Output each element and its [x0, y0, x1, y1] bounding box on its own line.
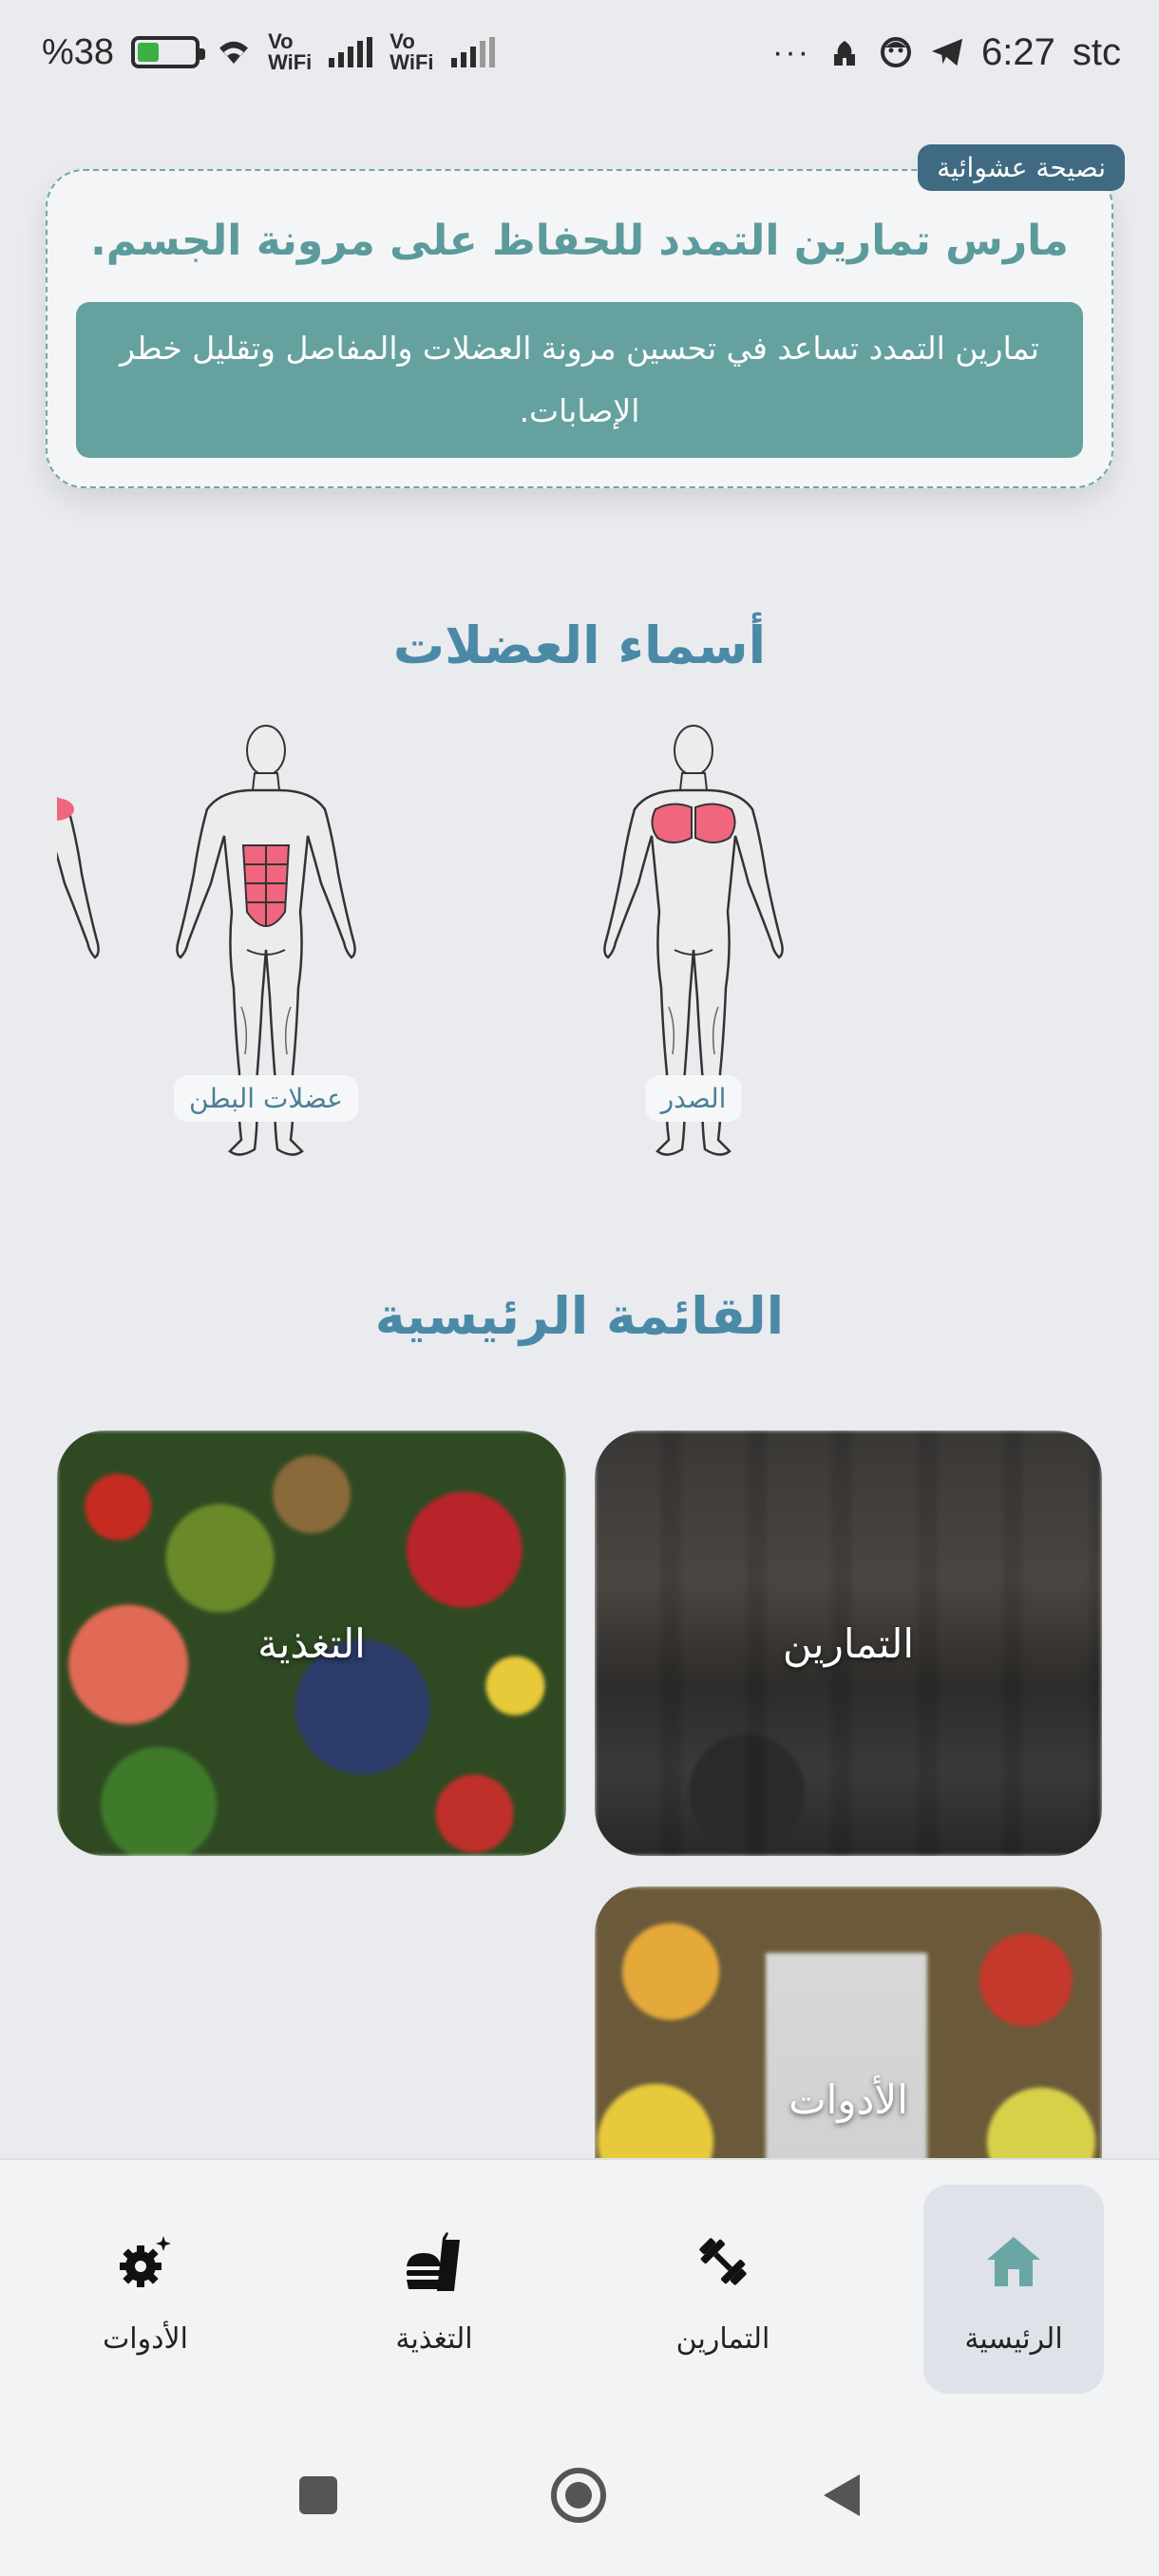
tip-title: مارس تمارين التمدد للحفاظ على مرونة الجس… — [90, 217, 1069, 265]
food-icon — [396, 2224, 472, 2300]
muscle-highlight — [694, 803, 736, 843]
wifi-icon — [217, 35, 251, 69]
home-button[interactable] — [545, 2462, 612, 2529]
nav-home-label: الرئيسية — [964, 2321, 1063, 2356]
muscles-section-title: أسماء العضلات — [392, 616, 767, 675]
nav-tools-label: الأدوات — [103, 2321, 188, 2356]
random-tip-card: نصيحة عشوائية مارس تمارين التمدد للحفاظ … — [46, 144, 1125, 488]
tools-tile-label: الأدوات — [788, 2075, 908, 2123]
back-button[interactable] — [808, 2462, 874, 2529]
nav-home[interactable]: الرئيسية — [923, 2185, 1104, 2394]
recent-apps-button[interactable] — [285, 2462, 352, 2529]
muscles-carousel[interactable]: ال الصدر عضلات البطن — [57, 722, 1102, 1168]
system-navigation-bar — [0, 2415, 1159, 2576]
muscle-label: عضلات البطن — [174, 1075, 358, 1122]
battery-fill — [138, 43, 160, 62]
muscle-card-abs[interactable]: عضلات البطن — [133, 722, 399, 1168]
carrier-name: stc — [1072, 30, 1121, 73]
battery-charging-icon — [131, 36, 206, 68]
telegram-icon — [930, 35, 964, 69]
bottom-navigation-bar: الرئيسية التمارين التغذية الأدوات — [0, 2158, 1159, 2415]
vowifi-label: Vo WiFi — [390, 29, 434, 74]
nutrition-tile[interactable]: التغذية — [57, 1430, 566, 1856]
nav-nutrition-label: التغذية — [395, 2321, 473, 2356]
tip-body-text: تمارين التمدد تساعد في تحسين مرونة العضل… — [120, 330, 1039, 429]
nav-workouts-label: التمارين — [675, 2321, 770, 2356]
nav-nutrition[interactable]: التغذية — [344, 2185, 524, 2394]
battery-percentage: %38 — [42, 31, 115, 72]
tip-badge: نصيحة عشوائية — [918, 144, 1125, 191]
workouts-tile[interactable]: التمارين — [595, 1430, 1102, 1856]
clock: 6:27 — [981, 30, 1055, 73]
mosque-icon — [827, 35, 862, 69]
workouts-tile-label: التمارين — [782, 1619, 915, 1667]
dumbbell-icon — [685, 2224, 761, 2300]
more-notifications-icon: ··· — [772, 33, 811, 70]
app-face-icon — [879, 35, 913, 69]
nav-workouts[interactable]: التمارين — [633, 2185, 813, 2394]
muscle-label: الصدر — [645, 1075, 742, 1122]
body-figure — [57, 724, 100, 1156]
signal-icon — [450, 37, 495, 67]
nav-tools[interactable]: الأدوات — [55, 2185, 236, 2394]
muscle-card-shoulders[interactable]: ال — [57, 722, 142, 1168]
muscle-card-chest[interactable]: الصدر — [560, 722, 826, 1168]
tip-body: تمارين التمدد تساعد في تحسين مرونة العضل… — [76, 302, 1083, 458]
vowifi-label: Vo WiFi — [268, 29, 313, 74]
muscle-highlight — [651, 803, 693, 843]
status-bar: %38 Vo WiFi Vo WiFi ··· 6:27 stc — [0, 0, 1159, 104]
home-icon — [976, 2224, 1052, 2300]
gear-icon — [107, 2224, 183, 2300]
signal-icon — [329, 37, 373, 67]
nutrition-tile-label: التغذية — [257, 1619, 366, 1667]
main-menu-title: القائمة الرئيسية — [374, 1286, 785, 1346]
